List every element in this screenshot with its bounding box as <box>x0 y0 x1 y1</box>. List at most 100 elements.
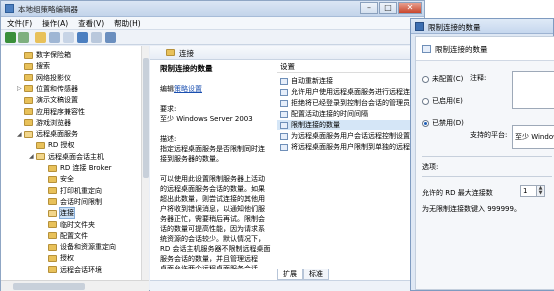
tree-item[interactable]: 数字保险箱 <box>17 50 71 60</box>
description-line: RD 会话主机服务器不限制远程桌面 <box>160 245 271 253</box>
title-bar[interactable]: 本地组策略编辑器 – □ ✕ <box>1 1 424 17</box>
policy-setting-icon <box>280 132 288 140</box>
radio-disabled-dot[interactable] <box>422 119 429 127</box>
tree-item[interactable]: RD 授权 <box>29 140 74 150</box>
radio-enabled-dot[interactable] <box>422 97 429 105</box>
setting-label: 将远程桌面服务用户限制到单独的远程桌面 <box>291 143 424 151</box>
policy-setting-icon <box>422 45 431 53</box>
setting-row[interactable]: 限制连接的数量 <box>277 120 425 130</box>
tree-item-label: 会话时间限制 <box>60 197 102 206</box>
tree-item[interactable]: ◢ 远程桌面会话主机 <box>29 152 104 162</box>
folder-icon <box>48 175 57 183</box>
window-controls: – □ ✕ <box>360 2 422 14</box>
tree-item-label: 演示文稿设置 <box>36 96 78 105</box>
setting-row[interactable]: 配置活动连接的时间间隔 <box>277 109 425 119</box>
window-title: 本地组策略编辑器 <box>18 5 78 14</box>
tab-standard[interactable]: 标准 <box>303 269 329 280</box>
tree-item[interactable]: 搜索 <box>17 61 50 71</box>
comment-label: 注释: <box>470 74 487 82</box>
menu-action[interactable]: 操作(A) <box>42 17 68 29</box>
tree-item[interactable]: RD 连接 Broker <box>41 163 112 173</box>
setting-row[interactable]: 自动重新连接 <box>277 76 425 86</box>
dialog-title-bar[interactable]: 限制连接的数量 <box>411 19 553 34</box>
pane-header-title: 连接 <box>179 49 194 58</box>
properties-icon[interactable] <box>91 32 102 43</box>
tree-item[interactable]: 授权 <box>41 253 74 263</box>
description-line <box>160 164 273 174</box>
back-icon[interactable] <box>5 32 16 43</box>
setting-row[interactable]: 将远程桌面服务用户限制到单独的远程桌面 <box>277 142 425 152</box>
tree-item[interactable]: 网络投影仪 <box>17 73 71 83</box>
divider <box>422 176 552 177</box>
menu-bar: 文件(F) 操作(A) 查看(V) 帮助(H) <box>1 17 424 30</box>
requirements-value: 至少 Windows Server 2003 <box>160 115 253 123</box>
max-connections-spinner[interactable]: ▲ ▼ <box>536 185 545 197</box>
filter-icon[interactable] <box>105 32 116 43</box>
settings-column-header[interactable]: 设置 <box>277 60 425 73</box>
menu-view[interactable]: 查看(V) <box>78 17 104 29</box>
setting-label: 为远程桌面服务用户会话远程控制设置规则 <box>291 132 424 140</box>
tree-item[interactable]: 打印机重定向 <box>41 186 102 196</box>
tree-item[interactable]: 临时文件夹 <box>41 220 95 230</box>
comment-textarea[interactable] <box>512 71 554 109</box>
close-button[interactable]: ✕ <box>398 2 422 14</box>
folder-icon <box>48 187 57 195</box>
tree-item-label: 应用程序兼容性 <box>36 107 85 116</box>
maximize-button[interactable]: □ <box>379 2 397 14</box>
divider <box>422 156 552 157</box>
radio-not-configured[interactable]: 未配置(C) <box>422 74 463 84</box>
edit-policy-link[interactable]: 策略设置 <box>174 85 202 93</box>
setting-row[interactable]: 拒绝将已经登录到控制台会话的管理员注销 <box>277 98 425 108</box>
tree-item[interactable]: 安全 <box>41 174 74 184</box>
pane-header: 连接 <box>150 46 425 60</box>
folder-icon <box>48 198 57 206</box>
expand-arrow-icon[interactable]: ◢ <box>29 153 36 160</box>
folder-icon <box>36 153 45 161</box>
tree-item[interactable]: 设备和资源重定向 <box>41 242 116 252</box>
tree-item-label: 搜索 <box>36 62 50 71</box>
tree-item-label: 安全 <box>60 175 74 184</box>
dialog-title: 限制连接的数量 <box>428 23 481 32</box>
tree-item[interactable]: 远程会话环境 <box>41 265 102 275</box>
export-list-icon[interactable] <box>63 32 74 43</box>
up-folder-icon[interactable] <box>35 32 46 43</box>
tree-vertical-scrollbar[interactable] <box>141 46 149 280</box>
max-connections-input[interactable]: 1 <box>520 185 537 197</box>
tree-item[interactable]: ▷ 位置和传感器 <box>17 84 78 94</box>
policy-settings-dialog: 限制连接的数量 限制连接的数量 未配置(C) 已启用(E) 已禁用(D) 注释:… <box>410 18 554 291</box>
expand-arrow-icon[interactable]: ◢ <box>17 131 24 138</box>
tree-item[interactable]: 游戏浏览器 <box>17 118 71 128</box>
tab-extended[interactable]: 扩展 <box>277 269 303 280</box>
menu-file[interactable]: 文件(F) <box>7 17 32 29</box>
setting-row[interactable]: 为远程桌面服务用户会话远程控制设置规则 <box>277 131 425 141</box>
show-hide-tree-icon[interactable] <box>49 32 60 43</box>
radio-not-configured-dot[interactable] <box>422 75 429 83</box>
help-icon[interactable] <box>77 32 88 43</box>
description-line: 户将收到错误消息，以通知他们服 <box>160 205 265 213</box>
supported-platform-value: 至少 Windows <box>515 133 554 141</box>
tree-item-label: 数字保险箱 <box>36 51 71 59</box>
expand-arrow-icon[interactable]: ▷ <box>17 85 24 92</box>
description-line: 接到服务器的数量。 <box>160 155 223 163</box>
setting-row[interactable]: 允许用户使用远程桌面服务进行远程连接 <box>277 87 425 97</box>
tree-item[interactable]: 应用程序兼容性 <box>17 107 85 117</box>
radio-enabled[interactable]: 已启用(E) <box>422 96 463 106</box>
setting-label: 允许用户使用远程桌面服务进行远程连接 <box>291 88 417 96</box>
description-panel: 限制连接的数量 编辑策略设置 要求: 至少 Windows Server 200… <box>160 64 273 269</box>
tree-item-label: 设备和资源重定向 <box>60 243 116 252</box>
group-policy-editor-window: 本地组策略编辑器 – □ ✕ 文件(F) 操作(A) 查看(V) 帮助(H) 数… <box>0 0 425 291</box>
folder-icon <box>24 130 33 138</box>
tree-horizontal-scrollbar[interactable] <box>1 280 149 291</box>
forward-icon[interactable] <box>18 32 29 43</box>
menu-help[interactable]: 帮助(H) <box>114 17 141 29</box>
tree-item-label: 游戏浏览器 <box>36 118 71 127</box>
tree-item[interactable]: 会话时间限制 <box>41 197 102 207</box>
radio-disabled[interactable]: 已禁用(D) <box>422 118 464 128</box>
tree-item[interactable]: 连接 <box>41 207 75 220</box>
view-tabs: 扩展 标准 <box>277 269 329 280</box>
minimize-button[interactable]: – <box>360 2 378 14</box>
tree-item[interactable]: ◢ 远程桌面服务 <box>17 129 78 139</box>
policy-title: 限制连接的数量 <box>160 64 213 73</box>
tree-item[interactable]: 配置文件 <box>41 231 88 241</box>
tree-item[interactable]: 演示文稿设置 <box>17 95 78 105</box>
